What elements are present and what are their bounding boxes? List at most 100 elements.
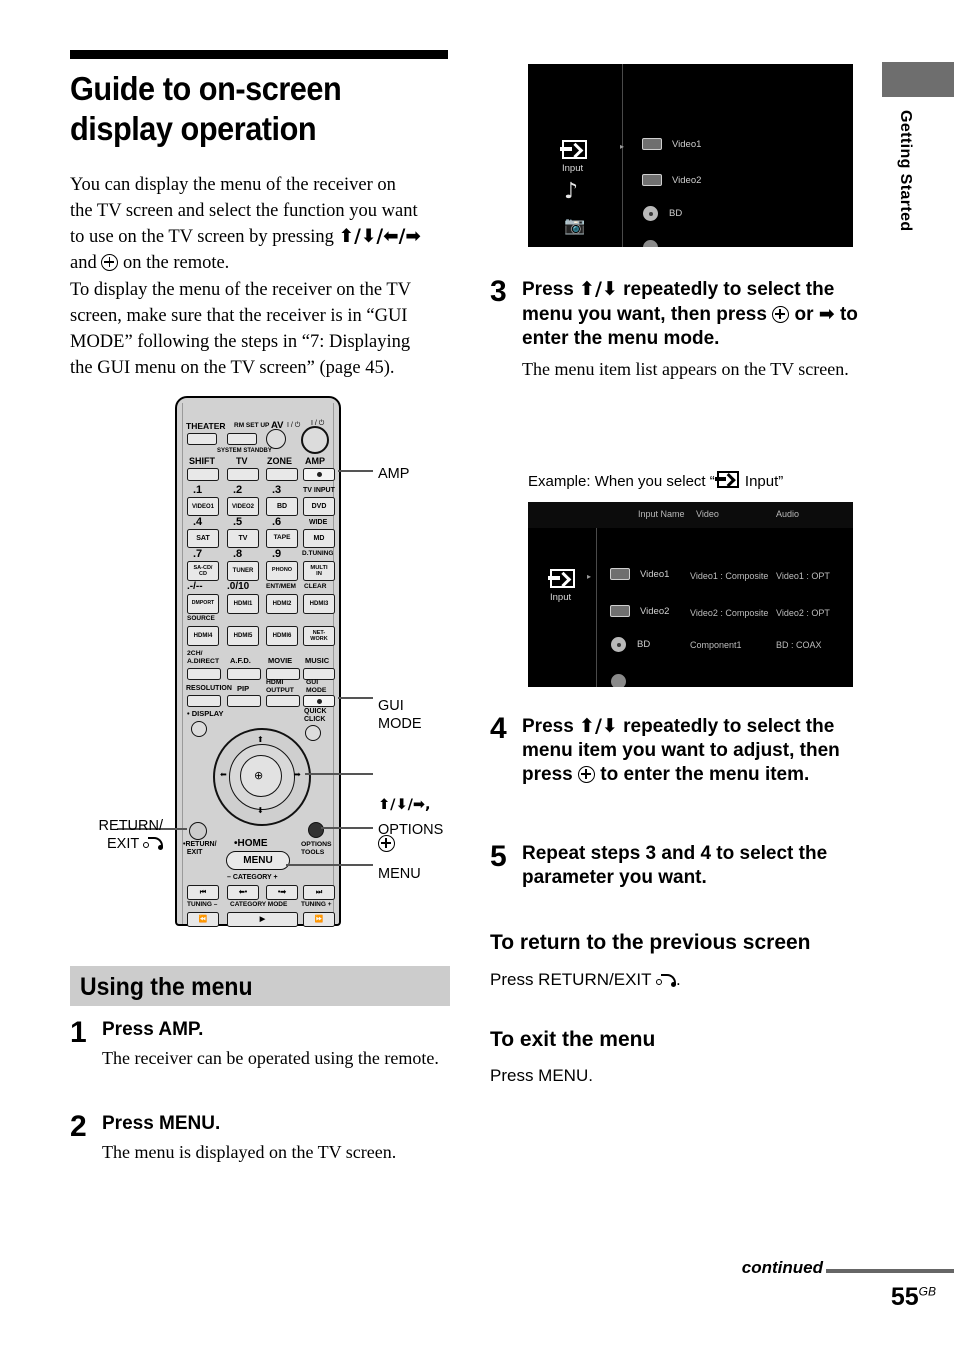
key-resolution[interactable] [187,695,221,707]
key-bd[interactable]: BD [266,497,298,516]
section-body-return: Press RETURN/EXIT . [490,970,681,990]
key-gui-mode[interactable] [303,695,335,707]
using-the-menu-band: Using the menu [70,966,450,1006]
leader-nav [305,773,373,775]
key-dvd[interactable]: DVD [303,497,335,516]
label-tuning-minus: TUNING – [187,901,218,908]
key-hdmi3[interactable]: HDMI3 [303,594,335,614]
step-5-heading: Repeat steps 3 and 4 to select the param… [522,843,828,889]
left-column: Guide to on-screen display operation You… [70,50,450,382]
callout-amp: AMP [378,466,410,482]
tv2-sidebar-label: Input [550,592,572,603]
title-rule [70,50,448,59]
key-tv[interactable] [227,468,259,481]
label-home: •HOME [234,838,268,849]
key-tv-source[interactable]: TV [227,529,259,548]
key-main-power[interactable] [301,426,329,454]
label-amp: AMP [305,456,325,466]
key-fast-forward[interactable]: ⏩ [303,912,335,927]
key-tuner[interactable]: TUNER [227,561,259,581]
tv2-col-header-1: Input Name [638,509,685,519]
key-display[interactable] [191,721,207,737]
nav-left-icon[interactable]: ⬅ [220,770,227,779]
key-hdmi1[interactable]: HDMI1 [227,594,259,614]
key-play[interactable]: ▶ [227,912,298,927]
key-network[interactable]: NET- WORK [303,626,335,646]
tv2-row-1-audio: Video1 : OPT [776,571,830,581]
key-theater[interactable] [187,433,217,445]
numlabel-8: .8 [233,548,243,560]
key-category-plus[interactable]: •➡ [266,885,298,900]
key-category-minus[interactable]: ⬅• [227,885,259,900]
key-sacd-cd[interactable]: SA-CD/CD [187,561,219,581]
step-4-heading-b: to enter the menu item. [594,764,810,786]
key-afd[interactable] [227,668,261,680]
key-return-exit[interactable] [189,822,207,840]
label-return-exit: •RETURN/ EXIT [183,841,217,857]
page-footer: continued 55GB [0,1258,954,1318]
tv1-row-1[interactable]: Video1 [642,138,701,150]
tv1-row-2[interactable]: Video2 [642,174,701,186]
key-shift[interactable] [187,468,219,481]
key-hdmi5[interactable]: HDMI5 [227,626,259,646]
numlabel-dash: .-/-- [187,581,203,592]
nav-right-icon[interactable]: ➡ [294,770,301,779]
key-sat[interactable]: SAT [187,529,219,548]
intro-line-4b: on the remote. [118,253,230,274]
input-icon [548,569,578,591]
key-phono[interactable]: PHONO [266,561,298,581]
nav-down-icon[interactable]: ⬇ [257,806,264,815]
intro-line-3: to use on the TV screen by pressing [70,227,339,248]
key-prev[interactable]: ⏮ [187,885,219,900]
step-2-body: The menu is displayed on the TV screen. [102,1142,397,1163]
label-2ch-adirect: 2CH/A.DIRECT [187,650,220,665]
section-body-exit: Press MENU. [490,1066,593,1085]
example-caption-suffix: Input” [740,473,784,490]
tv1-row-3[interactable]: BD [643,206,682,221]
tv2-row-3[interactable]: BD [611,637,650,652]
label-zone: ZONE [267,456,293,466]
using-the-menu-heading: Using the menu [80,973,253,1001]
key-options-tools[interactable] [308,822,324,838]
key-hdmi4[interactable]: HDMI4 [187,626,219,646]
intro-line-8: the GUI menu on the TV screen” (page 45)… [70,358,395,379]
key-rm-set-up[interactable] [227,433,257,445]
key-video1[interactable]: VIDEO1 [187,497,219,516]
tv2-row-3-video: Component1 [690,640,742,650]
key-hdmi-output[interactable] [266,695,300,707]
key-rewind[interactable]: ⏪ [187,912,219,927]
step-4-heading: Press ⬆/⬇ repeatedly to select the menu … [522,714,870,787]
key-pip[interactable] [227,695,261,707]
key-dmport[interactable]: DMPORT [187,594,219,614]
key-menu[interactable]: MENU [226,851,290,870]
disc-icon [611,674,626,687]
section-heading-return: To return to the previous screen [490,931,811,954]
label-tuning-plus: TUNING + [301,901,332,908]
tv2-row-1[interactable]: Video1 [610,568,669,580]
leader-gui-mode [338,697,373,699]
tv1-row-3-label: BD [669,208,683,219]
numlabel-6: .6 [272,516,282,528]
page-number-suffix: GB [918,1284,936,1299]
key-tape[interactable]: TAPE [266,529,298,548]
key-zone[interactable] [266,468,298,481]
key-hdmi2[interactable]: HDMI2 [266,594,298,614]
key-md[interactable]: MD [303,529,335,548]
key-av-power[interactable] [266,429,286,449]
tv2-row-2[interactable]: Video2 [610,605,669,617]
label-tv: TV [236,456,248,466]
example-caption-prefix: Example: When you select “ [528,473,715,490]
numlabel-5: .5 [233,516,243,528]
arrow-cluster-icon: ⬆/⬇/⬅/➡ [338,226,421,248]
intro-line-4: and [70,253,102,274]
continued-rule [826,1269,954,1273]
key-next[interactable]: ⏭ [303,885,335,900]
key-video2[interactable]: VIDEO2 [227,497,259,516]
key-2ch-adirect[interactable] [187,668,221,680]
key-hdmi6[interactable]: HDMI6 [266,626,298,646]
key-amp[interactable] [303,468,335,481]
step-2-number: 2 [70,1110,87,1143]
key-multi-in[interactable]: MULTI IN [303,561,335,581]
nav-up-icon[interactable]: ⬆ [257,735,264,744]
key-quick-click[interactable] [305,725,321,741]
